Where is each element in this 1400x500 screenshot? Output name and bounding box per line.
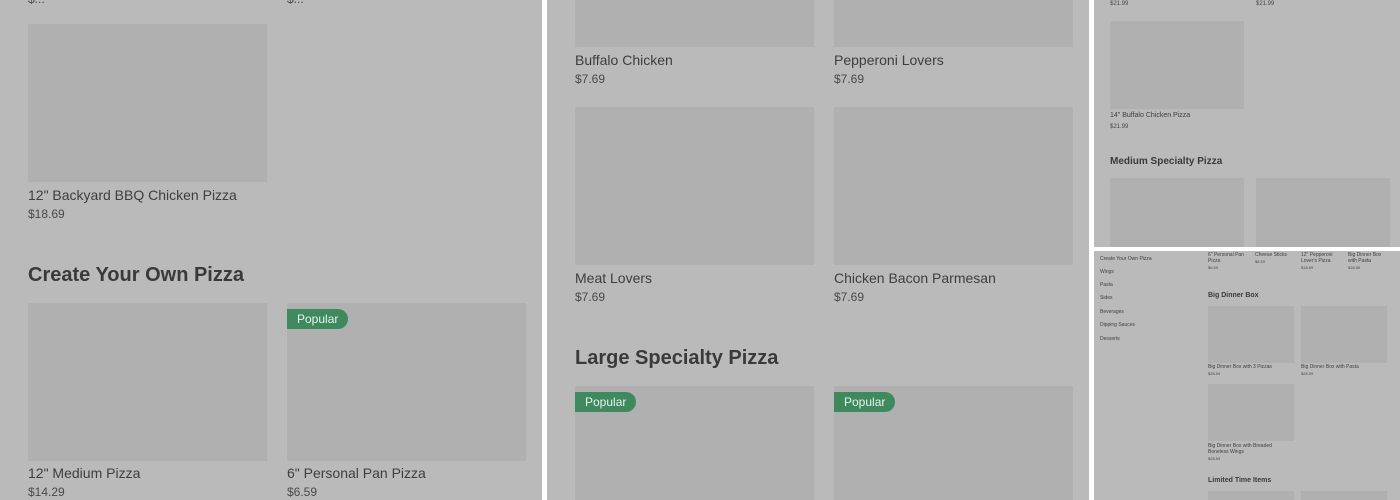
sidebar-item-dipping-sauces[interactable]: Dipping Sauces xyxy=(1100,322,1135,328)
item-price: $14.29 xyxy=(28,485,65,499)
item-image[interactable] xyxy=(1256,178,1390,247)
section-title: Medium Specialty Pizza xyxy=(1110,156,1223,167)
item-name: 12" Pepperoni Lover's Pizza xyxy=(1301,252,1333,264)
item-price: $... xyxy=(287,0,304,6)
item-price: $28.59 xyxy=(1301,371,1314,376)
item-price: $28.59 xyxy=(1208,456,1221,461)
item-name: Big Dinner Box with 3 Pizzas xyxy=(1208,364,1272,370)
item-name: Buffalo Chicken xyxy=(575,52,673,68)
item-image xyxy=(575,0,814,47)
item-price: $21.99 xyxy=(1110,1,1129,7)
item-price: $8.59 xyxy=(1255,259,1266,264)
sidebar-item-wings[interactable]: Wings xyxy=(1100,269,1114,275)
item-image xyxy=(575,107,814,265)
item-name: Chicken Bacon Parmesan xyxy=(834,270,996,286)
sidebar-item-beverages[interactable]: Beverages xyxy=(1100,309,1124,315)
item-price: $28.59 xyxy=(1208,371,1221,376)
item-price: $6.59 xyxy=(1208,265,1219,270)
item-price: $7.69 xyxy=(834,290,865,304)
section-title: Large Specialty Pizza xyxy=(575,347,779,369)
item-image[interactable] xyxy=(1208,491,1294,500)
sidebar-item-sides[interactable]: Sides xyxy=(1100,295,1113,301)
item-name: Cheese Sticks xyxy=(1255,252,1287,258)
item-price: $7.69 xyxy=(575,72,606,86)
section-title: Big Dinner Box xyxy=(1208,292,1259,299)
item-image xyxy=(28,24,267,182)
sidebar-item-pasta[interactable]: Pasta xyxy=(1100,282,1113,288)
menu-panel-create-your-own: $... $... 12" Backyard BBQ Chicken Pizza… xyxy=(0,0,542,500)
sidebar-item-desserts[interactable]: Desserts xyxy=(1100,336,1120,342)
item-image xyxy=(28,303,267,461)
item-name: Pepperoni Lovers xyxy=(834,52,944,68)
item-price: $28.59 xyxy=(1348,265,1361,270)
item-image xyxy=(1208,384,1294,441)
item-name: Big Dinner Box with Breaded Boneless Win… xyxy=(1208,443,1272,455)
item-image xyxy=(1208,306,1294,363)
section-title: Create Your Own Pizza xyxy=(28,264,244,286)
item-name: 12" Backyard BBQ Chicken Pizza xyxy=(28,187,237,203)
item-name: Meat Lovers xyxy=(575,270,653,286)
menu-panel-small-view-top: $21.99 $21.99 14" Buffalo Chicken Pizza … xyxy=(1094,0,1400,247)
item-name: Big Dinner Box with Pasta xyxy=(1348,252,1382,264)
item-price: $7.69 xyxy=(834,72,865,86)
item-image xyxy=(1301,306,1387,363)
item-price: $... xyxy=(28,0,45,6)
item-name: 12" Medium Pizza xyxy=(28,465,141,481)
menu-panel-specialty: Buffalo Chicken $7.69 Pepperoni Lovers $… xyxy=(547,0,1089,500)
popular-badge: Popular xyxy=(287,309,349,329)
sidebar-item-create-your-own[interactable]: Create Your Own Pizza xyxy=(1100,256,1152,262)
item-price: $7.69 xyxy=(575,290,606,304)
popular-badge: Popular xyxy=(575,392,637,412)
item-image[interactable] xyxy=(1110,178,1244,247)
menu-panel-small-view-bottom: Create Your Own Pizza Wings Pasta Sides … xyxy=(1094,251,1400,500)
item-price: $18.69 xyxy=(28,207,65,221)
item-name: 6" Personal Pan Pizza xyxy=(287,465,426,481)
section-title: Limited Time Items xyxy=(1208,477,1272,484)
item-name: 6" Personal Pan Pizza xyxy=(1208,252,1244,264)
item-price: $18.69 xyxy=(1301,265,1314,270)
item-image xyxy=(834,107,1073,265)
item-image xyxy=(834,0,1073,47)
item-price: $21.99 xyxy=(1256,1,1275,7)
item-price: $6.59 xyxy=(287,485,318,499)
item-image xyxy=(1110,21,1244,109)
item-price: $21.99 xyxy=(1110,124,1129,130)
popular-badge: Popular xyxy=(834,392,896,412)
item-image[interactable] xyxy=(1301,491,1387,500)
item-name: 14" Buffalo Chicken Pizza xyxy=(1110,112,1191,119)
item-name: Big Dinner Box with Pasta xyxy=(1301,364,1359,370)
